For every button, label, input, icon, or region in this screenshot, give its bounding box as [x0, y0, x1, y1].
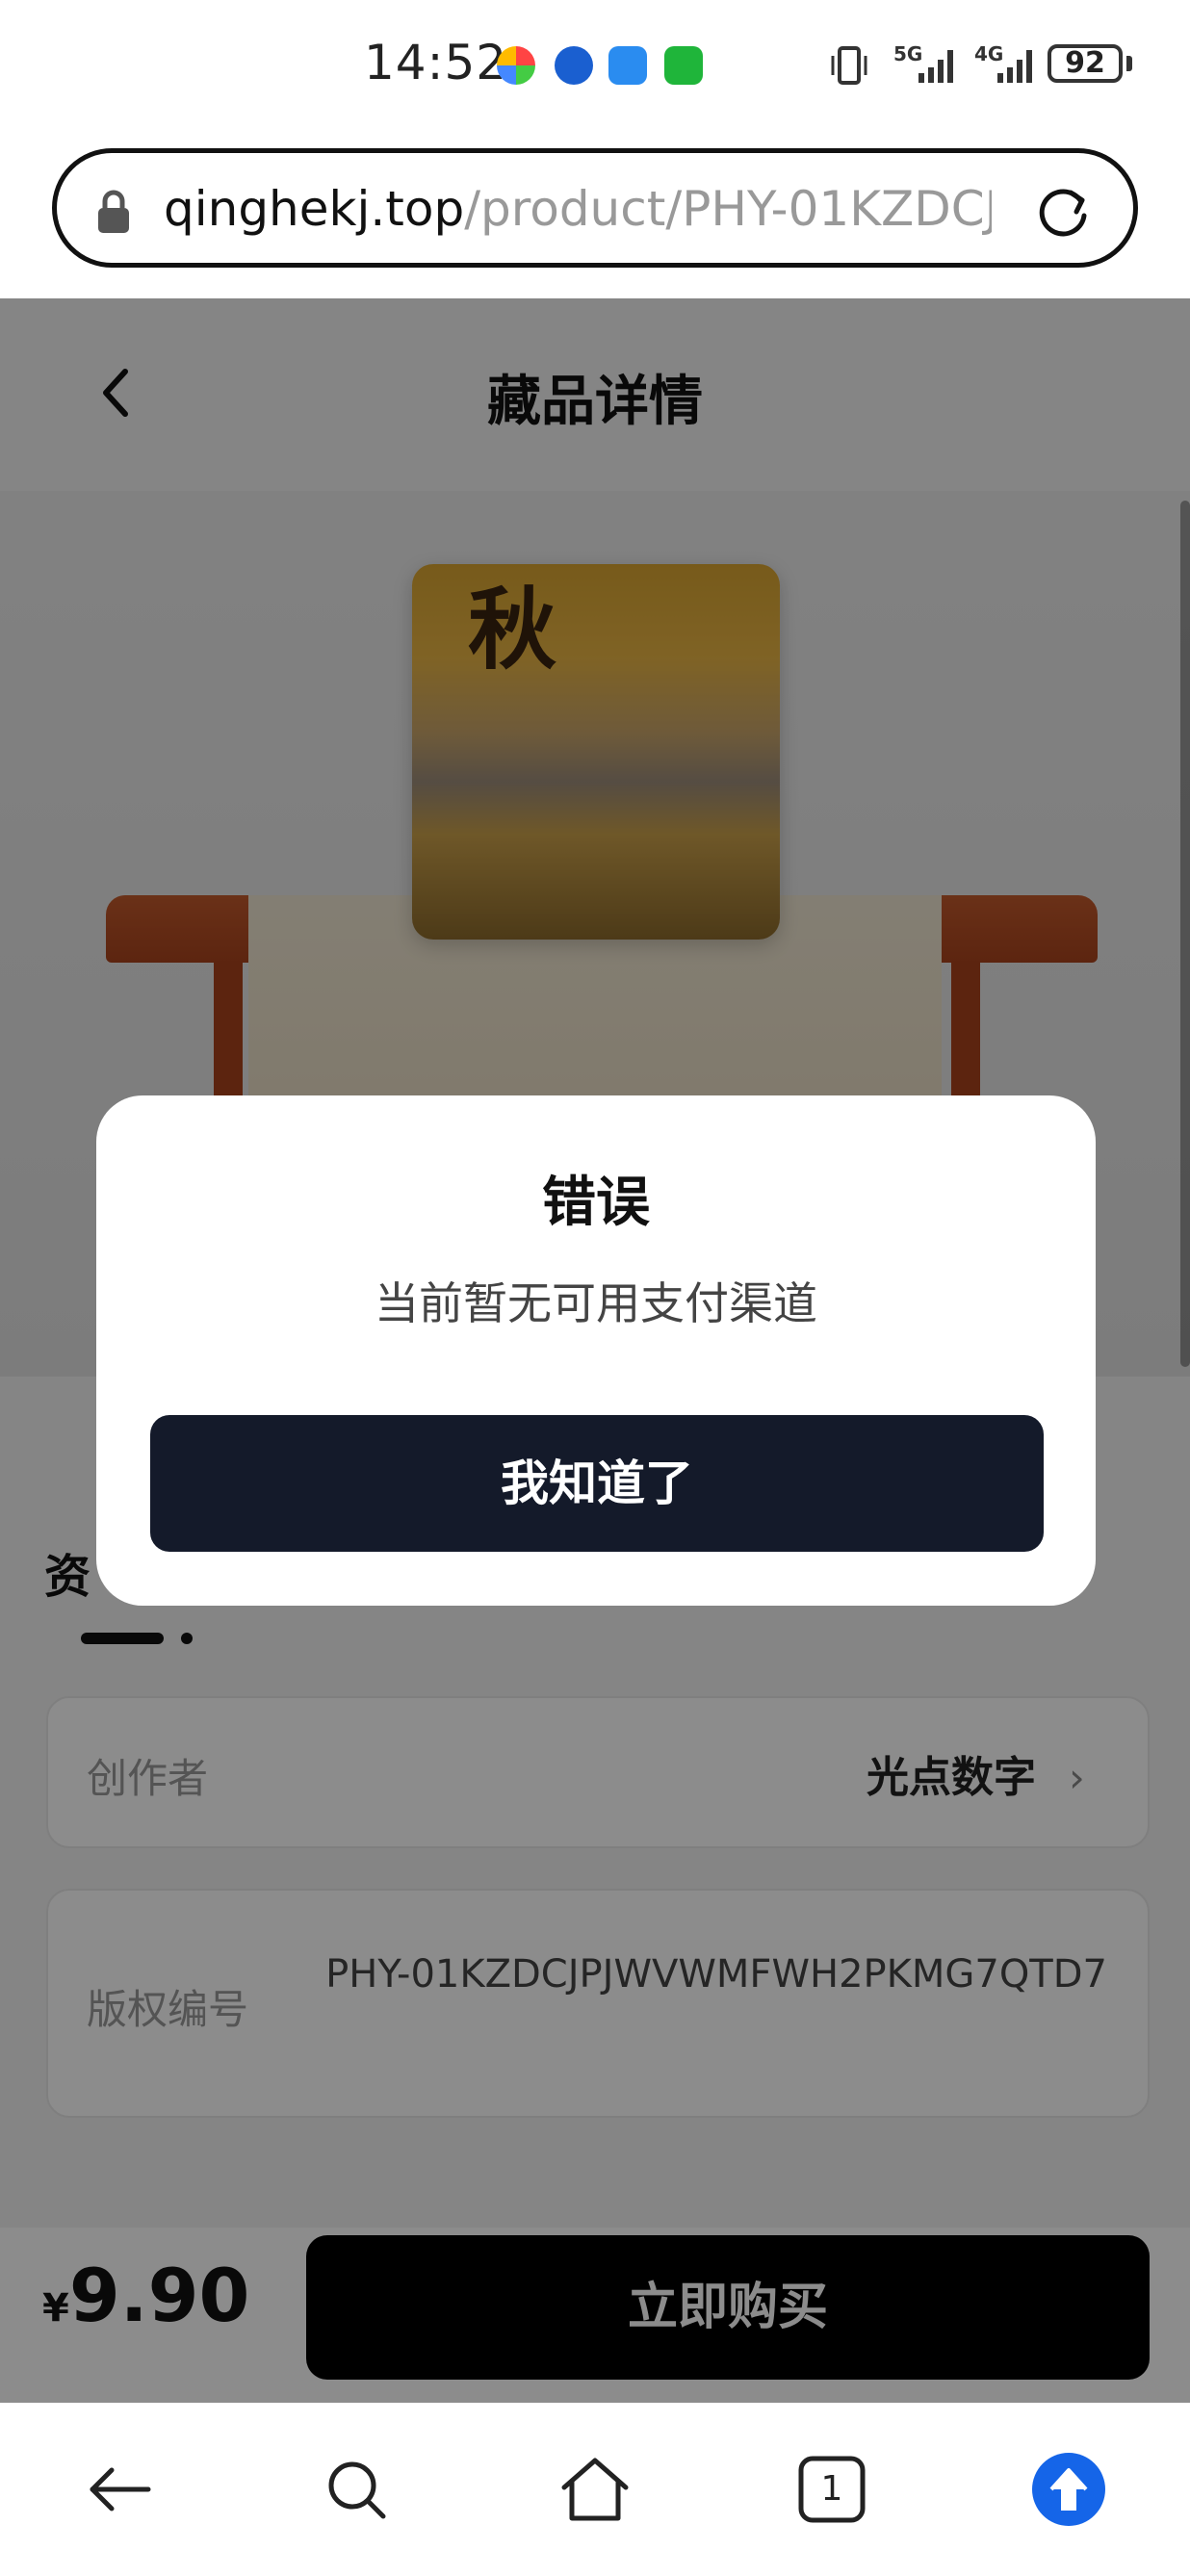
- signal-5g-icon: [918, 50, 953, 83]
- signal-4g-icon: [997, 50, 1032, 83]
- lock-icon: [98, 190, 129, 233]
- tab-count: 1: [820, 2469, 843, 2509]
- battery-indicator: 92: [1048, 44, 1123, 83]
- url-path: /product/PHY-01KZDCJ: [464, 181, 992, 237]
- app-notification-icon: [497, 46, 535, 85]
- back-arrow-icon[interactable]: [81, 2451, 158, 2528]
- url-text[interactable]: qinghekj.top/product/PHY-01KZDCJ: [164, 181, 992, 237]
- battery-tip: [1126, 56, 1132, 71]
- scrollbar[interactable]: [1180, 501, 1190, 1367]
- upload-icon[interactable]: [1030, 2451, 1107, 2528]
- status-time: 14:52: [364, 35, 508, 90]
- url-host: qinghekj.top: [164, 181, 465, 237]
- reload-icon[interactable]: [1032, 179, 1094, 241]
- vibrate-icon: [831, 46, 867, 85]
- dialog-title: 错误: [542, 1172, 650, 1234]
- search-icon[interactable]: [318, 2451, 395, 2528]
- home-icon[interactable]: [556, 2451, 634, 2528]
- wechat-notification-icon: [664, 46, 703, 85]
- acknowledge-button[interactable]: 我知道了: [150, 1415, 1044, 1552]
- message-notification-icon: [608, 46, 647, 85]
- dialog-message: 当前暂无可用支付渠道: [375, 1277, 817, 1329]
- app-notification-icon: [555, 46, 593, 85]
